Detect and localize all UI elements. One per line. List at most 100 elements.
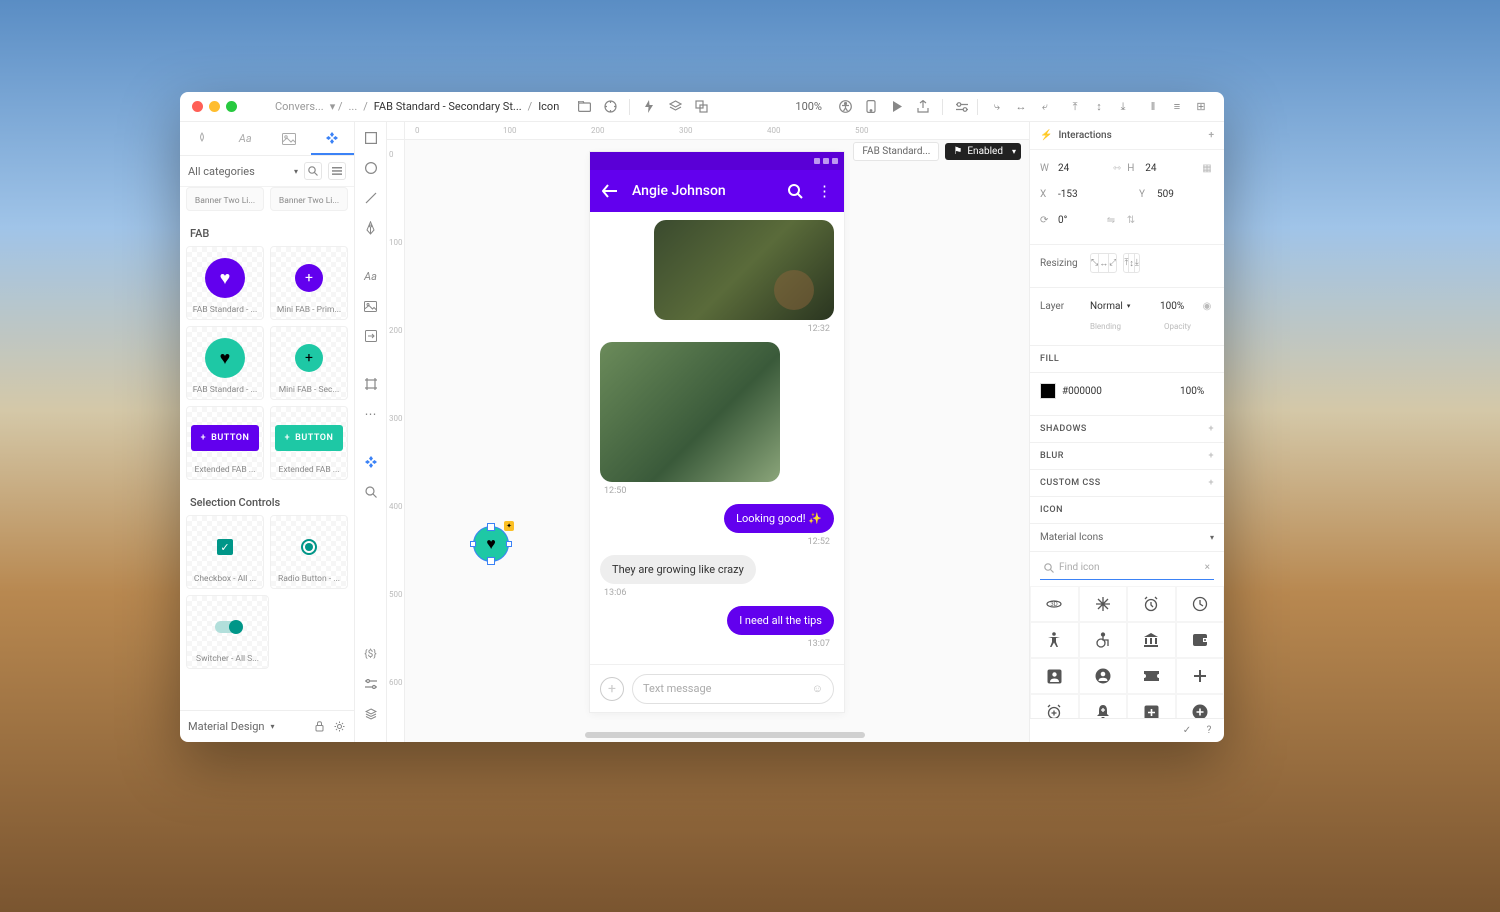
component-fab-standard-secondary[interactable]: ♥ FAB Standard - ... xyxy=(186,326,264,400)
ellipse-tool-icon[interactable] xyxy=(363,160,379,176)
hamburger-menu-icon[interactable] xyxy=(253,100,267,114)
icon-ticket[interactable] xyxy=(1127,658,1176,694)
component-mini-fab-primary[interactable]: + Mini FAB - Prim... xyxy=(270,246,348,320)
target-icon[interactable] xyxy=(603,100,617,114)
icon-add-alert[interactable] xyxy=(1079,694,1128,718)
sent-image-1[interactable] xyxy=(654,220,834,320)
state-selector[interactable]: ⚑ Enabled xyxy=(945,143,1021,160)
folder-icon[interactable] xyxy=(577,100,591,114)
list-view-icon[interactable] xyxy=(328,162,346,180)
icon-account-balance[interactable] xyxy=(1127,622,1176,658)
message-input[interactable]: Text message ☺ xyxy=(632,674,834,704)
pen-tool-icon[interactable] xyxy=(363,220,379,236)
icon-access-time[interactable] xyxy=(1176,586,1225,622)
align-right-icon[interactable]: ⤶ xyxy=(1038,100,1052,114)
icon-library-select[interactable]: Material Icons ▾ xyxy=(1040,532,1214,543)
icon-ac-unit[interactable] xyxy=(1079,586,1128,622)
align-center-h-icon[interactable]: ↔ xyxy=(1014,100,1028,114)
add-css-icon[interactable]: + xyxy=(1209,478,1215,488)
component-extended-fab-primary[interactable]: +BUTTON Extended FAB ... xyxy=(186,406,264,480)
icon-accessibility[interactable] xyxy=(1030,622,1079,658)
line-tool-icon[interactable] xyxy=(363,190,379,206)
phone-artboard[interactable]: Angie Johnson ⋮ 12:32 12:50 Looking good… xyxy=(590,152,844,712)
lock-icon[interactable] xyxy=(312,720,326,734)
lightning-icon[interactable] xyxy=(642,100,656,114)
fill-opacity-input[interactable]: 100% xyxy=(1180,381,1214,401)
align-center-v-icon[interactable]: ↕ xyxy=(1092,100,1106,114)
blend-mode-select[interactable]: Normal ▾ xyxy=(1090,296,1154,316)
rectangle-tool-icon[interactable] xyxy=(363,130,379,146)
icon-search-input[interactable]: Find icon × xyxy=(1040,556,1214,580)
back-arrow-icon[interactable] xyxy=(602,184,618,198)
icon-accessible[interactable] xyxy=(1079,622,1128,658)
gear-icon[interactable] xyxy=(332,720,346,734)
align-bottom-icon[interactable]: ⤓ xyxy=(1116,100,1130,114)
zoom-level[interactable]: 100% xyxy=(787,100,830,113)
flip-h-icon[interactable]: ⇋ xyxy=(1104,213,1118,227)
overlap-icon[interactable] xyxy=(694,100,708,114)
breadcrumb[interactable]: Convers... ▾ / ... / FAB Standard - Seco… xyxy=(275,100,559,113)
stack-tool-icon[interactable] xyxy=(363,706,379,722)
add-interaction-icon[interactable]: + xyxy=(1208,130,1214,141)
visibility-icon[interactable]: ◉ xyxy=(1200,299,1214,313)
tab-images-icon[interactable] xyxy=(267,122,311,155)
component-radio[interactable]: Radio Button - ... xyxy=(270,515,348,589)
variable-tool-icon[interactable]: {$} xyxy=(363,646,379,662)
flip-v-icon[interactable]: ⇅ xyxy=(1124,213,1138,227)
icon-add-circle[interactable] xyxy=(1176,694,1225,718)
icon-account-wallet[interactable] xyxy=(1176,622,1225,658)
height-input[interactable]: 24 xyxy=(1145,158,1194,178)
adjust-tool-icon[interactable] xyxy=(363,676,379,692)
settings-toggle-icon[interactable] xyxy=(955,100,969,114)
tab-layers-icon[interactable] xyxy=(180,122,224,155)
component-switch[interactable]: Switcher - All S... xyxy=(186,595,269,669)
custom-css-header[interactable]: CUSTOM CSS+ xyxy=(1030,470,1224,497)
play-icon[interactable] xyxy=(890,100,904,114)
width-input[interactable]: 24 xyxy=(1058,158,1107,178)
sent-message[interactable]: I need all the tips xyxy=(727,606,834,635)
artboard-name[interactable]: FAB Standard... xyxy=(853,142,939,161)
component-mini-fab-secondary[interactable]: + Mini FAB - Sec... xyxy=(270,326,348,400)
link-dimensions-icon[interactable]: ⇿ xyxy=(1113,163,1121,174)
canvas[interactable]: FAB Standard... ⚑ Enabled Angie Johnson … xyxy=(405,140,1029,742)
resizing-v-group[interactable]: ⤒↕⤓ xyxy=(1123,253,1139,273)
icon-add[interactable] xyxy=(1176,658,1225,694)
selection-handle[interactable] xyxy=(470,541,476,547)
fill-hex-input[interactable]: #000000 xyxy=(1062,381,1174,401)
sent-message[interactable]: Looking good! ✨ xyxy=(724,504,834,533)
more-tool-icon[interactable]: ⋯ xyxy=(363,406,379,422)
clear-icon[interactable]: × xyxy=(1205,562,1210,573)
tab-typography-icon[interactable]: Aa xyxy=(224,122,268,155)
device-icon[interactable] xyxy=(864,100,878,114)
breadcrumb-mid[interactable]: ... xyxy=(349,100,358,113)
y-input[interactable]: 509 xyxy=(1157,184,1214,204)
received-image-2[interactable] xyxy=(600,342,780,482)
breadcrumb-leaf[interactable]: Icon xyxy=(538,100,559,113)
x-input[interactable]: -153 xyxy=(1058,184,1115,204)
icon-account-box[interactable] xyxy=(1030,658,1079,694)
maximize-window-icon[interactable] xyxy=(226,101,237,112)
search-icon[interactable] xyxy=(304,162,322,180)
close-window-icon[interactable] xyxy=(192,101,203,112)
icon-add-box[interactable] xyxy=(1127,694,1176,718)
help-icon[interactable]: ? xyxy=(1202,724,1216,738)
icon-3d-rotation[interactable]: 3D xyxy=(1030,586,1079,622)
selected-fab-instance[interactable]: ♥ ✦ xyxy=(473,526,509,562)
image-tool-icon[interactable] xyxy=(363,298,379,314)
resizing-h-group[interactable]: ⤡↔⤢ xyxy=(1090,253,1117,273)
horizontal-scrollbar[interactable] xyxy=(585,732,865,738)
library-name[interactable]: Material Design xyxy=(188,720,264,733)
align-top-icon[interactable]: ⤒ xyxy=(1068,100,1082,114)
rotation-input[interactable]: 0° xyxy=(1058,210,1098,230)
align-left-icon[interactable]: ⤷ xyxy=(990,100,1004,114)
breadcrumb-page[interactable]: FAB Standard - Secondary St... xyxy=(374,100,522,113)
component-fab-standard-primary[interactable]: ♥ FAB Standard - ... xyxy=(186,246,264,320)
component-banner-2[interactable]: Banner Two Li... xyxy=(270,187,348,211)
component-extended-fab-secondary[interactable]: +BUTTON Extended FAB ... xyxy=(270,406,348,480)
breadcrumb-root[interactable]: Convers... xyxy=(275,100,324,113)
more-vert-icon[interactable]: ⋮ xyxy=(817,182,832,200)
component-tool-icon[interactable] xyxy=(363,454,379,470)
fill-color-swatch[interactable] xyxy=(1040,383,1056,399)
minimize-window-icon[interactable] xyxy=(209,101,220,112)
component-list[interactable]: Banner Two Li... Banner Two Li... FAB ♥ … xyxy=(180,187,354,710)
